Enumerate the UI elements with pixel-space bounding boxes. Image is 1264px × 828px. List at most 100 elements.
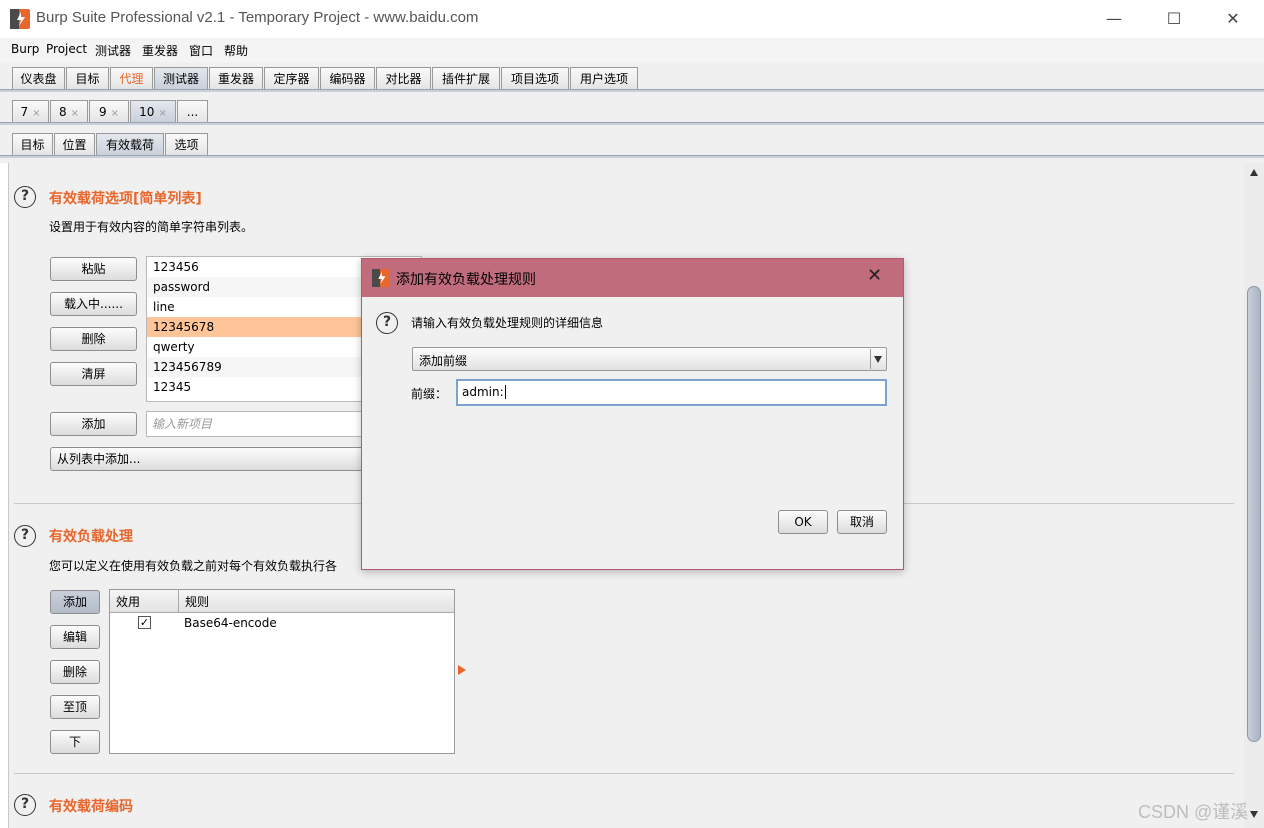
tab-label: 用户选项 bbox=[579, 72, 628, 86]
tab-project-options[interactable]: 项目选项 bbox=[501, 67, 569, 89]
minimize-button[interactable]: — bbox=[1094, 4, 1134, 34]
dialog-prompt: 请输入有效负载处理规则的详细信息 bbox=[411, 316, 604, 330]
window-title: Burp Suite Professional v2.1 - Temporary… bbox=[36, 9, 479, 26]
close-button[interactable]: ✕ bbox=[1213, 4, 1253, 34]
burp-logo-icon bbox=[10, 9, 30, 29]
rules-table[interactable]: 效用 规则 ✓ Base64-encode bbox=[109, 589, 455, 754]
clear-button[interactable]: 清屏 bbox=[50, 362, 137, 386]
tab-comparer[interactable]: 对比器 bbox=[376, 67, 431, 89]
tab-label: 编码器 bbox=[329, 72, 366, 86]
prefix-input[interactable]: admin: bbox=[456, 379, 887, 406]
menu-burp[interactable]: Burp bbox=[11, 42, 39, 56]
subtab-target[interactable]: 目标 bbox=[12, 133, 53, 155]
tab-label: 10 bbox=[139, 105, 155, 119]
subtab-positions[interactable]: 位置 bbox=[54, 133, 95, 155]
prefix-label: 前缀： bbox=[411, 387, 448, 401]
edit-rule-button[interactable]: 编辑 bbox=[50, 625, 100, 649]
tab-underline bbox=[0, 122, 1264, 125]
attack-tab-9[interactable]: 9 × bbox=[89, 100, 129, 122]
tab-label: 代理 bbox=[119, 72, 144, 86]
subtab-options[interactable]: 选项 bbox=[165, 133, 208, 155]
dialog-close-icon[interactable]: ✕ bbox=[867, 265, 882, 286]
window-title-bar: Burp Suite Professional v2.1 - Temporary… bbox=[0, 0, 1264, 38]
section-divider bbox=[14, 773, 1234, 774]
attack-tab-8[interactable]: 8 × bbox=[50, 100, 88, 122]
subtab-payloads[interactable]: 有效载荷 bbox=[96, 133, 164, 155]
tab-label: 选项 bbox=[174, 138, 199, 152]
ok-button[interactable]: OK bbox=[778, 510, 828, 534]
help-icon[interactable]: ? bbox=[14, 794, 36, 816]
scroll-up-icon[interactable] bbox=[1250, 169, 1258, 176]
tab-label: 位置 bbox=[62, 138, 87, 152]
attack-tab-row: 7 × 8 × 9 × 10 × ... bbox=[0, 96, 1264, 128]
maximize-button[interactable]: ☐ bbox=[1154, 4, 1194, 34]
tab-target[interactable]: 目标 bbox=[66, 67, 109, 89]
tab-label: 有效载荷 bbox=[105, 138, 154, 152]
column-enabled[interactable]: 效用 bbox=[116, 593, 140, 610]
tab-label: 仪表盘 bbox=[20, 72, 57, 86]
add-item-button[interactable]: 添加 bbox=[50, 412, 137, 436]
remove-button[interactable]: 删除 bbox=[50, 327, 137, 351]
remove-rule-button[interactable]: 删除 bbox=[50, 660, 100, 684]
payload-processing-title: 有效负载处理 bbox=[49, 529, 133, 545]
tab-underline bbox=[0, 155, 1264, 158]
close-tab-icon[interactable]: × bbox=[71, 108, 79, 119]
new-attack-tab[interactable]: ... bbox=[177, 100, 208, 122]
tab-label: 9 bbox=[98, 105, 107, 119]
add-rule-button[interactable]: 添加 bbox=[50, 590, 100, 614]
table-header: 效用 规则 bbox=[110, 590, 454, 613]
tab-label: 定序器 bbox=[273, 72, 310, 86]
menu-intruder[interactable]: 测试器 bbox=[95, 42, 131, 59]
move-down-button[interactable]: 下 bbox=[50, 730, 100, 754]
dialog-title: 添加有效负载处理规则 bbox=[396, 272, 536, 288]
cancel-button[interactable]: 取消 bbox=[837, 510, 887, 534]
close-tab-icon[interactable]: × bbox=[32, 108, 40, 119]
close-tab-icon[interactable]: × bbox=[111, 108, 119, 119]
expand-arrow-icon[interactable] bbox=[458, 665, 466, 675]
help-icon[interactable]: ? bbox=[14, 525, 36, 547]
menu-project[interactable]: Project bbox=[46, 42, 87, 56]
tab-label: 8 bbox=[58, 105, 67, 119]
help-icon[interactable]: ? bbox=[376, 312, 398, 334]
chevron-down-icon[interactable] bbox=[870, 349, 886, 369]
main-tab-row: 仪表盘 目标 代理 测试器 重发器 定序器 编码器 对比器 插件扩展 项目选项 … bbox=[0, 62, 1264, 96]
paste-button[interactable]: 粘贴 bbox=[50, 257, 137, 281]
move-top-button[interactable]: 至顶 bbox=[50, 695, 100, 719]
tab-label: ... bbox=[186, 105, 199, 119]
menu-help[interactable]: 帮助 bbox=[224, 42, 248, 59]
tab-extender[interactable]: 插件扩展 bbox=[432, 67, 500, 89]
tab-user-options[interactable]: 用户选项 bbox=[570, 67, 638, 89]
column-separator bbox=[178, 590, 179, 612]
rule-type-select[interactable]: 添加前缀 bbox=[412, 347, 887, 371]
tab-dashboard[interactable]: 仪表盘 bbox=[12, 67, 65, 89]
tab-label: 对比器 bbox=[385, 72, 422, 86]
tab-label: 项目选项 bbox=[510, 72, 559, 86]
menu-window[interactable]: 窗口 bbox=[189, 42, 213, 59]
payload-options-description: 设置用于有效内容的简单字符串列表。 bbox=[49, 220, 254, 234]
close-tab-icon[interactable]: × bbox=[158, 108, 166, 119]
tab-label: 7 bbox=[20, 105, 29, 119]
scrollbar-thumb[interactable] bbox=[1247, 286, 1261, 742]
tab-repeater[interactable]: 重发器 bbox=[209, 67, 263, 89]
tab-label: 目标 bbox=[75, 72, 100, 86]
table-row[interactable]: ✓ Base64-encode bbox=[110, 613, 454, 633]
enabled-checkbox[interactable]: ✓ bbox=[138, 616, 151, 629]
tab-sequencer[interactable]: 定序器 bbox=[264, 67, 319, 89]
tab-label: 测试器 bbox=[162, 72, 199, 86]
tab-proxy[interactable]: 代理 bbox=[110, 67, 153, 89]
attack-tab-7[interactable]: 7 × bbox=[12, 100, 49, 122]
menu-repeater[interactable]: 重发器 bbox=[142, 42, 178, 59]
tab-intruder[interactable]: 测试器 bbox=[154, 67, 208, 89]
payload-processing-description: 您可以定义在使用有效负载之前对每个有效负载执行各 bbox=[49, 559, 338, 573]
attack-tab-10[interactable]: 10 × bbox=[130, 100, 176, 122]
scroll-down-icon[interactable] bbox=[1250, 811, 1258, 818]
column-rule[interactable]: 规则 bbox=[185, 593, 209, 610]
rule-name: Base64-encode bbox=[184, 616, 277, 630]
tab-label: 插件扩展 bbox=[441, 72, 490, 86]
watermark: CSDN @谨溪 bbox=[1138, 802, 1249, 822]
tab-decoder[interactable]: 编码器 bbox=[320, 67, 375, 89]
help-icon[interactable]: ? bbox=[14, 186, 36, 208]
load-button[interactable]: 载入中...... bbox=[50, 292, 137, 316]
payload-encoding-title: 有效载荷编码 bbox=[49, 799, 133, 815]
payload-options-title: 有效载荷选项[简单列表] bbox=[49, 191, 202, 207]
